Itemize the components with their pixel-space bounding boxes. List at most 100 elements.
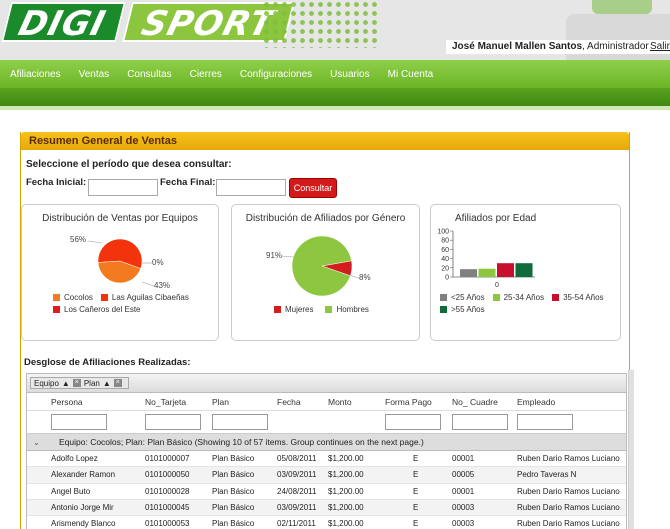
cell-monto: $1,200.00 xyxy=(328,454,364,463)
cell-persona: Antonio Jorge Mir xyxy=(51,502,114,512)
col-no-cuadre[interactable]: No_ Cuadre xyxy=(452,397,498,407)
chip-label: Equipo xyxy=(34,378,59,388)
group-panel: Equipo ▲ × Plan ▲ × xyxy=(27,374,626,393)
cell-persona: Angel Buto xyxy=(51,486,91,496)
cell-forma-pago: E xyxy=(413,470,419,480)
cell-monto: $1,200.00 xyxy=(328,519,364,529)
filter-forma-pago-input[interactable] xyxy=(385,414,441,430)
filter-no-cuadre-input[interactable] xyxy=(452,414,508,430)
cell-no-cuadre: 00005 xyxy=(452,470,475,480)
fecha-inicial-input[interactable] xyxy=(88,179,158,196)
filter-row xyxy=(27,411,626,434)
cell-no-tarjeta: 0101000028 xyxy=(145,486,190,496)
header: DIGI SPORT José Manuel Mallen Santos, Ad… xyxy=(0,0,670,60)
y-tick-label: 60 xyxy=(441,247,449,254)
cell-plan: Plan Básico xyxy=(212,454,255,463)
cell-plan: Plan Básico xyxy=(212,502,255,512)
dot-pattern-decoration xyxy=(262,0,380,48)
legend-item-cocolos: Cocolos Las Aguilas Cibaeñas xyxy=(53,293,189,302)
grid-scrollbar[interactable] xyxy=(628,370,634,529)
fecha-inicial-label: Fecha Inicial: xyxy=(26,177,87,188)
col-no-tarjeta[interactable]: No_Tarjeta xyxy=(145,397,186,407)
pie-data-label: 91% xyxy=(266,251,282,260)
bar xyxy=(515,263,533,277)
sales-summary-panel: Resumen General de Ventas Seleccione el … xyxy=(20,132,630,529)
remove-group-icon[interactable]: × xyxy=(72,379,81,387)
nav-usuarios[interactable]: Usuarios xyxy=(330,69,369,80)
legend-edad-row2: >55 Años xyxy=(440,305,485,314)
cell-fecha: 05/08/2011 xyxy=(277,454,317,463)
nav-configuraciones[interactable]: Configuraciones xyxy=(240,69,312,80)
legend-edad-row1: <25 Años 25-34 Años 35-54 Años xyxy=(440,293,604,302)
cell-no-cuadre: 00003 xyxy=(452,519,475,529)
legend-swatch xyxy=(492,294,500,301)
col-forma-pago[interactable]: Forma Pago xyxy=(385,397,432,407)
table-row[interactable]: Adolfo Lopez 0101000007 Plan Básico 05/08/2… xyxy=(27,451,626,468)
cell-empleado: Ruben Dario Ramos Luciano xyxy=(517,502,620,512)
user-name: José Manuel Mallen Santos xyxy=(452,41,583,52)
y-tick-label: 0 xyxy=(445,275,449,282)
nav-cierres[interactable]: Cierres xyxy=(190,69,222,80)
afiliados-por-edad-card: Afiliados por Edad 0 20 40 60 80 100 0 <25 Año… xyxy=(430,204,621,341)
col-empleado[interactable]: Empleado xyxy=(517,397,555,407)
filter-empleado-input[interactable] xyxy=(517,414,573,430)
legend-swatch xyxy=(440,294,447,301)
filter-persona-input[interactable] xyxy=(51,414,107,430)
cell-no-cuadre: 00001 xyxy=(452,454,475,463)
y-tick-label: 20 xyxy=(441,265,449,272)
logout-link[interactable]: Salir xyxy=(650,40,670,54)
col-plan[interactable]: Plan xyxy=(212,397,229,407)
digisport-logo[interactable]: DIGI SPORT xyxy=(1,2,296,44)
table-row[interactable]: Antonio Jorge Mir 0101000045 Plan Básico 03… xyxy=(27,499,626,517)
nav-afiliaciones[interactable]: Afiliaciones xyxy=(10,69,61,80)
col-monto[interactable]: Monto xyxy=(328,397,352,407)
legend-swatch xyxy=(100,294,108,301)
filter-plan-input[interactable] xyxy=(212,414,268,430)
legend-swatch xyxy=(274,306,281,313)
main-nav: Afiliaciones Ventas Consultas Cierres Co… xyxy=(0,60,670,88)
pie-label-leader xyxy=(141,281,155,287)
grid-header: Persona No_Tarjeta Plan Fecha Monto Form… xyxy=(27,393,626,411)
group-header-row[interactable]: ⌄ Equipo: Cocolos; Plan: Plan Básico (Sh… xyxy=(27,434,626,451)
nav-mi-cuenta[interactable]: Mi Cuenta xyxy=(388,69,434,80)
y-tick-label: 80 xyxy=(441,238,449,245)
col-fecha[interactable]: Fecha xyxy=(277,397,301,407)
edad-bar-chart: 0 20 40 60 80 100 0 xyxy=(437,229,535,289)
cell-no-cuadre: 00001 xyxy=(452,486,475,496)
cell-empleado: Ruben Dario Ramos Luciano xyxy=(517,486,620,496)
filter-no-tarjeta-input[interactable] xyxy=(145,414,201,430)
fecha-final-input[interactable] xyxy=(216,179,286,196)
pie-data-label: 0% xyxy=(152,258,164,267)
y-tick-label: 100 xyxy=(437,229,449,236)
sort-asc-icon: ▲ xyxy=(61,378,70,388)
cell-monto: $1,200.00 xyxy=(328,486,364,496)
consultar-button[interactable]: Consultar xyxy=(289,178,337,198)
nav-ventas[interactable]: Ventas xyxy=(79,69,110,80)
cell-forma-pago: E xyxy=(413,486,419,496)
legend-swatch xyxy=(53,294,60,301)
y-tick-label: 40 xyxy=(441,256,449,263)
cell-persona: Arismendy Blanco xyxy=(51,519,116,529)
table-row[interactable]: Alexander Ramon 0101000050 Plan Básico 03/0… xyxy=(27,467,626,484)
nav-consultas[interactable]: Consultas xyxy=(127,69,171,80)
pie-data-label: 56% xyxy=(70,235,86,244)
table-row[interactable]: Angel Buto 0101000028 Plan Básico 24/08/201… xyxy=(27,484,626,500)
cell-plan: Plan Básico xyxy=(212,470,255,480)
cell-forma-pago: E xyxy=(413,502,419,512)
cell-no-tarjeta: 0101000045 xyxy=(145,502,190,512)
group-label: Equipo: Cocolos; Plan: Plan Básico (Show… xyxy=(59,437,424,447)
table-row[interactable]: Arismendy Blanco 0101000053 Plan Básico 02/… xyxy=(27,516,626,529)
legend-swatch xyxy=(325,306,333,313)
logo-digi-text: DIGI xyxy=(1,2,127,44)
cell-no-tarjeta: 0101000053 xyxy=(145,519,190,529)
legend-item-canneros: Los Cañeros del Este xyxy=(53,305,141,314)
afiliaciones-grid: Equipo ▲ × Plan ▲ × Persona No_Tarjeta P… xyxy=(26,373,627,529)
cell-fecha: 02/11/2011 xyxy=(277,519,316,529)
col-persona[interactable]: Persona xyxy=(51,397,83,407)
user-bar: José Manuel Mallen Santos, Administrador… xyxy=(446,40,670,54)
group-chip-equipo[interactable]: Equipo ▲ × Plan ▲ × xyxy=(30,377,129,389)
pie-data-label: 8% xyxy=(359,273,371,282)
remove-group-icon[interactable]: × xyxy=(113,379,122,387)
collapse-chevron-icon[interactable]: ⌄ xyxy=(33,438,40,447)
cell-forma-pago: E xyxy=(413,519,419,529)
